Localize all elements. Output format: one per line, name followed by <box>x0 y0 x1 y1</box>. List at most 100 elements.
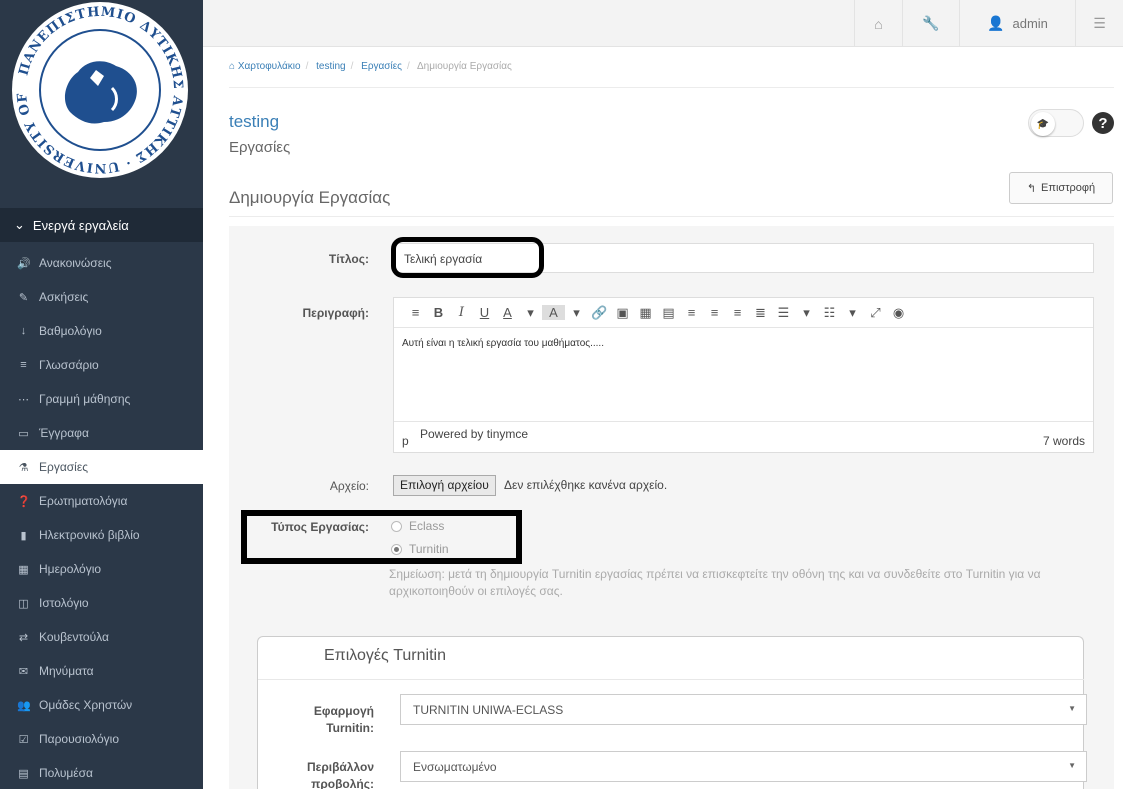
wrench-icon[interactable]: 🔧 <box>902 0 959 47</box>
home-icon[interactable]: ⌂ <box>854 0 902 47</box>
sidebar-item-icon: ▤ <box>18 767 29 780</box>
breadcrumb-portfolio[interactable]: Χαρτοφυλάκιο <box>238 61 301 72</box>
sidebar: ΠΑΝΕΠΙΣΤΗΜΙΟ ΔΥΤΙΚΗΣ ΑΤΤΙΚΗΣ · UNIVERSIT… <box>0 0 203 789</box>
title-label: Τίτλος: <box>328 252 369 266</box>
numbered-list-dropdown-icon[interactable]: ▾ <box>841 305 864 321</box>
editor-powered-by[interactable]: Powered by tinymce <box>420 427 528 441</box>
rich-text-editor: ≡ B I U A ▾ A ▾ 🔗 ▣ ▦ ▤ ≡ ≡ ≡ ≣ ☰ ▾ ☷ ▾ <box>393 297 1094 453</box>
sidebar-item[interactable]: ≡ Γλωσσάριο <box>0 348 203 382</box>
sidebar-item-label: Παρουσιολόγιο <box>39 732 120 746</box>
numbered-list-icon[interactable]: ☷ <box>818 305 841 321</box>
file-status-text: Δεν επιλέχθηκε κανένα αρχείο. <box>504 478 668 492</box>
sidebar-item-icon: ✉ <box>18 665 29 678</box>
sidebar-item[interactable]: ◫ Ιστολόγιο <box>0 586 203 620</box>
sidebar-item[interactable]: ▤ Πολυμέσα <box>0 756 203 789</box>
fullscreen-icon[interactable]: ⤢ <box>864 305 887 321</box>
sidebar-item[interactable]: ✉ Μηνύματα <box>0 654 203 688</box>
sidebar-item[interactable]: ↓ Βαθμολόγιο <box>0 314 203 348</box>
align-justify-icon[interactable]: ≣ <box>749 305 772 321</box>
sidebar-item[interactable]: ⋯ Γραμμή μάθησης <box>0 382 203 416</box>
caret-down-icon: ▼ <box>1068 761 1076 770</box>
sidebar-section-title: Ενεργά εργαλεία <box>32 217 129 233</box>
breadcrumb-course[interactable]: testing <box>316 61 345 72</box>
sidebar-item-icon: ⇄ <box>18 631 29 644</box>
sidebar-item-label: Μηνύματα <box>39 664 94 678</box>
sidebar-item-label: Πολυμέσα <box>39 766 93 780</box>
user-icon: 👤 <box>987 15 1005 31</box>
underline-icon[interactable]: U <box>473 305 496 320</box>
media-icon[interactable]: ▦ <box>634 305 657 321</box>
settings-sliders-icon[interactable]: ☰ <box>1075 0 1123 47</box>
link-icon[interactable]: 🔗 <box>588 305 611 321</box>
sidebar-item[interactable]: ▦ Ημερολόγιο <box>0 552 203 586</box>
divider <box>229 216 1114 217</box>
turnitin-app-select[interactable]: TURNITIN UNIWA-ECLASS ▼ <box>400 694 1087 725</box>
sidebar-item-label: Ιστολόγιο <box>39 596 89 610</box>
caret-down-icon: ▼ <box>1068 704 1076 713</box>
sidebar-item[interactable]: ⇄ Κουβεντούλα <box>0 620 203 654</box>
sidebar-item[interactable]: ✎ Ασκήσεις <box>0 280 203 314</box>
turnitin-options-title: Επιλογές Turnitin <box>324 647 446 664</box>
preview-eye-icon[interactable]: ◉ <box>887 305 910 321</box>
sidebar-item[interactable]: ❓ Ερωτηματολόγια <box>0 484 203 518</box>
turnitin-env-label-line2: προβολής: <box>311 777 374 789</box>
format-icon[interactable]: ≡ <box>404 305 427 320</box>
sidebar-item-label: Κουβεντούλα <box>39 630 109 644</box>
course-title[interactable]: testing <box>229 112 279 132</box>
editor-statusbar: p Powered by tinymce 7 words <box>394 421 1093 452</box>
sidebar-item-icon: ▦ <box>18 563 29 576</box>
turnitin-env-label-line1: Περιβάλλον <box>306 760 374 774</box>
italic-icon[interactable]: I <box>450 305 473 320</box>
sidebar-menu: 🔊 Ανακοινώσεις ✎ Ασκήσεις ↓ Βαθμολόγιο ≡ Γλωσσά… <box>0 246 203 789</box>
turnitin-options-panel: Επιλογές Turnitin Εφαρμογή Turnitin: TUR… <box>257 636 1087 789</box>
sidebar-item-label: Ασκήσεις <box>39 290 89 304</box>
university-logo[interactable]: ΠΑΝΕΠΙΣΤΗΜΙΟ ΔΥΤΙΚΗΣ ΑΤΤΙΚΗΣ · UNIVERSIT… <box>0 0 203 200</box>
sidebar-item-icon: ☑ <box>18 733 29 746</box>
sidebar-item-label: Γραμμή μάθησης <box>39 392 131 406</box>
bullet-list-icon[interactable]: ☰ <box>772 305 795 321</box>
background-color-icon[interactable]: A <box>542 305 565 320</box>
sidebar-item-label: Ομάδες Χρηστών <box>39 698 133 712</box>
sidebar-item[interactable]: ▭ Έγγραφα <box>0 416 203 450</box>
sidebar-item[interactable]: ☑ Παρουσιολόγιο <box>0 722 203 756</box>
text-color-icon[interactable]: A <box>496 305 519 320</box>
editor-path[interactable]: p <box>402 434 409 448</box>
annotation-highlight-box <box>391 237 544 278</box>
help-icon[interactable]: ? <box>1092 112 1114 134</box>
graduation-cap-icon: 🎓 <box>1031 112 1055 136</box>
sidebar-item[interactable]: 👥 Ομάδες Χρηστών <box>0 688 203 722</box>
align-left-icon[interactable]: ≡ <box>680 305 703 320</box>
table-icon[interactable]: ▤ <box>657 305 680 321</box>
text-color-dropdown-icon[interactable]: ▾ <box>519 305 542 321</box>
image-icon[interactable]: ▣ <box>611 305 634 321</box>
bold-icon[interactable]: B <box>427 305 450 320</box>
sidebar-item-label: Εργασίες <box>39 460 88 474</box>
home-icon: ⌂ <box>229 61 236 72</box>
sidebar-item[interactable]: 🔊 Ανακοινώσεις <box>0 246 203 280</box>
align-right-icon[interactable]: ≡ <box>726 305 749 320</box>
background-color-dropdown-icon[interactable]: ▾ <box>565 305 588 321</box>
sidebar-item-icon: ✎ <box>18 291 29 304</box>
sidebar-item-label: Έγγραφα <box>39 426 89 440</box>
user-name: admin <box>1012 16 1048 31</box>
editor-content[interactable]: Αυτή είναι η τελική εργασία του μαθήματο… <box>394 328 1093 421</box>
view-mode-toggle[interactable]: 🎓 <box>1028 109 1084 137</box>
turnitin-env-select[interactable]: Ενσωματωμένο ▼ <box>400 751 1087 782</box>
user-menu[interactable]: 👤 admin <box>959 0 1075 47</box>
align-center-icon[interactable]: ≡ <box>703 305 726 320</box>
sidebar-item-label: Γλωσσάριο <box>39 358 99 372</box>
sidebar-item[interactable]: ⚗ Εργασίες <box>0 450 203 484</box>
editor-word-count: 7 words <box>1042 434 1085 448</box>
reply-arrow-icon: ↰ <box>1026 182 1037 195</box>
breadcrumb-current: Δημιουργία Εργασίας <box>416 61 512 72</box>
editor-toolbar: ≡ B I U A ▾ A ▾ 🔗 ▣ ▦ ▤ ≡ ≡ ≡ ≣ ☰ ▾ ☷ ▾ <box>394 298 1093 328</box>
turnitin-note: Σημείωση: μετά τη δημιουργία Turnitin ερ… <box>389 567 1041 598</box>
sidebar-section-active-tools[interactable]: ⌄ Ενεργά εργαλεία <box>0 208 203 242</box>
file-choose-button[interactable]: Επιλογή αρχείου <box>393 475 496 496</box>
breadcrumb-assignments[interactable]: Εργασίες <box>361 61 402 72</box>
turnitin-app-label: Εφαρμογή Turnitin: <box>244 703 374 737</box>
sidebar-item[interactable]: ▮ Ηλεκτρονικό βιβλίο <box>0 518 203 552</box>
back-button-label: Επιστροφή <box>1041 182 1096 194</box>
bullet-list-dropdown-icon[interactable]: ▾ <box>795 305 818 321</box>
back-button[interactable]: ↰ Επιστροφή <box>1009 172 1113 204</box>
